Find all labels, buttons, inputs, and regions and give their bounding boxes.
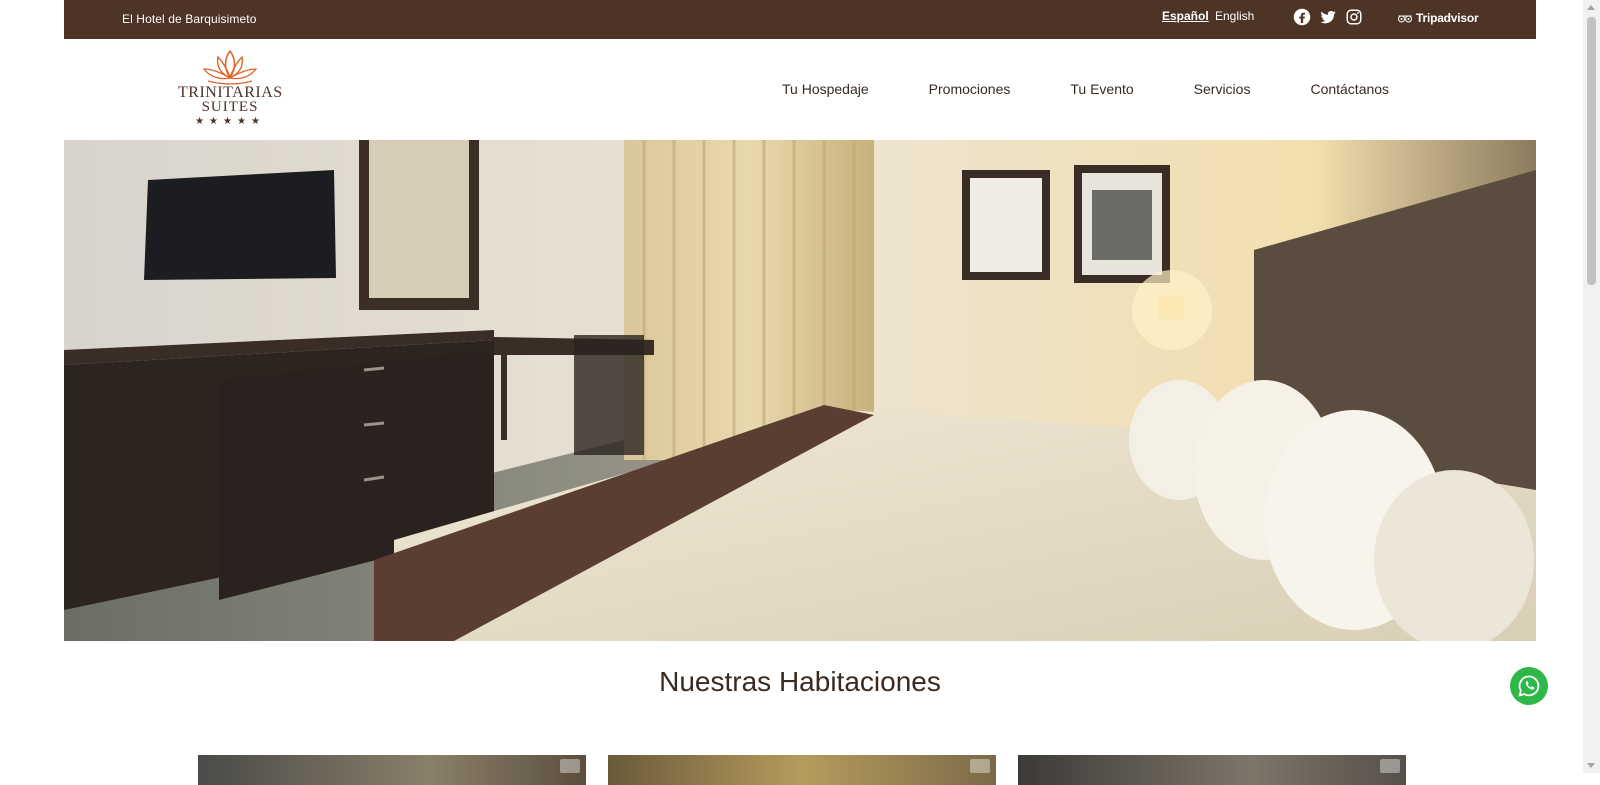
lotus-logo-icon [202,49,258,85]
camera-icon [1380,759,1400,773]
whatsapp-icon [1518,675,1540,697]
scrollbar-thumb[interactable] [1587,17,1596,285]
scroll-up-arrow-icon[interactable] [1587,5,1595,10]
nav-item-hospedaje[interactable]: Tu Hospedaje [782,81,869,97]
camera-icon [560,759,580,773]
logo-text-line2: Suites [201,99,259,115]
nav-item-promociones[interactable]: Promociones [929,81,1011,97]
language-link-en[interactable]: English [1215,9,1254,23]
tripadvisor-link[interactable]: Tripadvisor [1397,11,1479,25]
camera-icon [970,759,990,773]
nav-item-contactanos[interactable]: Contáctanos [1310,81,1389,97]
language-link-es[interactable]: Español [1162,9,1209,23]
top-bar: El Hotel de Barquisimeto Español English… [64,0,1536,39]
star-rating: ★★★★★ [195,116,265,127]
tripadvisor-icon [1398,15,1412,22]
tagline: El Hotel de Barquisimeto [122,12,257,26]
room-card[interactable] [198,755,586,785]
page: El Hotel de Barquisimeto Español English… [64,0,1536,785]
hero-image [64,140,1536,641]
page-scrollbar[interactable] [1583,0,1600,773]
nav-item-evento[interactable]: Tu Evento [1070,81,1133,97]
nav-item-servicios[interactable]: Servicios [1194,81,1251,97]
whatsapp-button[interactable] [1510,667,1548,705]
room-cards [198,755,1406,785]
room-card[interactable] [608,755,996,785]
twitter-icon[interactable] [1319,8,1337,26]
hotel-logo[interactable]: Trinitarias Suites ★★★★★ [178,47,282,137]
site-header: Trinitarias Suites ★★★★★ Tu Hospedaje Pr… [64,39,1536,140]
section-title: Nuestras Habitaciones [659,666,941,697]
facebook-icon[interactable] [1293,8,1311,26]
scroll-down-arrow-icon[interactable] [1587,763,1595,768]
logo-text-line1: Trinitarias [178,84,283,101]
main-nav: Tu Hospedaje Promociones Tu Evento Servi… [782,81,1449,97]
instagram-icon[interactable] [1345,8,1363,26]
tripadvisor-label: Tripadvisor [1416,11,1479,25]
room-card[interactable] [1018,755,1406,785]
